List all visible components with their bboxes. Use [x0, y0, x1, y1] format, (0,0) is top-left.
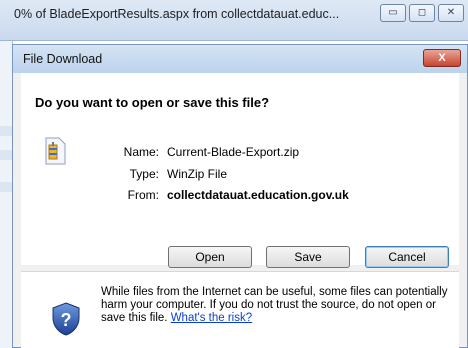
open-button[interactable]: Open: [168, 246, 252, 268]
close-icon: X: [438, 52, 446, 64]
cancel-button[interactable]: Cancel: [365, 246, 449, 268]
file-source-value: collectdatauat.education.gov.uk: [167, 188, 349, 202]
file-name-row: Name: Current-Blade-Export.zip: [21, 145, 459, 163]
security-shield-icon: ?: [52, 302, 80, 336]
background-toolbar-strip: [0, 182, 12, 192]
close-icon: ✕: [446, 7, 456, 18]
whats-the-risk-link[interactable]: What's the risk?: [171, 312, 252, 324]
security-warning-text: While files from the Internet can be use…: [101, 286, 455, 325]
file-source-row: From: collectdatauat.education.gov.uk: [21, 188, 459, 206]
dialog-question: Do you want to open or save this file?: [35, 95, 270, 110]
file-type-row: Type: WinZip File: [21, 167, 459, 185]
maximize-button[interactable]: ◻: [409, 4, 435, 22]
dialog-title: File Download: [23, 52, 103, 66]
close-button[interactable]: ✕: [438, 4, 464, 22]
minimize-icon: ▭: [388, 7, 398, 18]
file-source-label: From:: [127, 188, 159, 202]
download-progress-window: 0% of BladeExportResults.aspx from colle…: [0, 0, 468, 41]
dialog-close-button[interactable]: X: [423, 49, 461, 67]
background-toolbar-strip: [0, 150, 12, 160]
file-type-value: WinZip File: [167, 167, 228, 181]
warning-message: While files from the Internet can be use…: [101, 286, 448, 324]
background-toolbar-strip: [0, 126, 12, 136]
window-controls: ▭ ◻ ✕: [380, 4, 464, 22]
dialog-body: Do you want to open or save this file? N…: [21, 73, 459, 268]
file-name-label: Name:: [123, 145, 159, 159]
security-warning-panel: ? While files from the Internet can be u…: [21, 272, 459, 348]
dialog-title-bar[interactable]: File Download X: [13, 45, 467, 73]
progress-window-title: 0% of BladeExportResults.aspx from colle…: [14, 7, 340, 21]
svg-text:?: ?: [61, 310, 72, 330]
save-button[interactable]: Save: [266, 246, 350, 268]
file-type-label: Type:: [129, 167, 159, 181]
file-download-dialog: File Download X Do you want to open or s…: [12, 44, 468, 348]
maximize-icon: ◻: [417, 7, 427, 18]
minimize-button[interactable]: ▭: [380, 4, 406, 22]
file-name-value: Current-Blade-Export.zip: [167, 145, 300, 159]
